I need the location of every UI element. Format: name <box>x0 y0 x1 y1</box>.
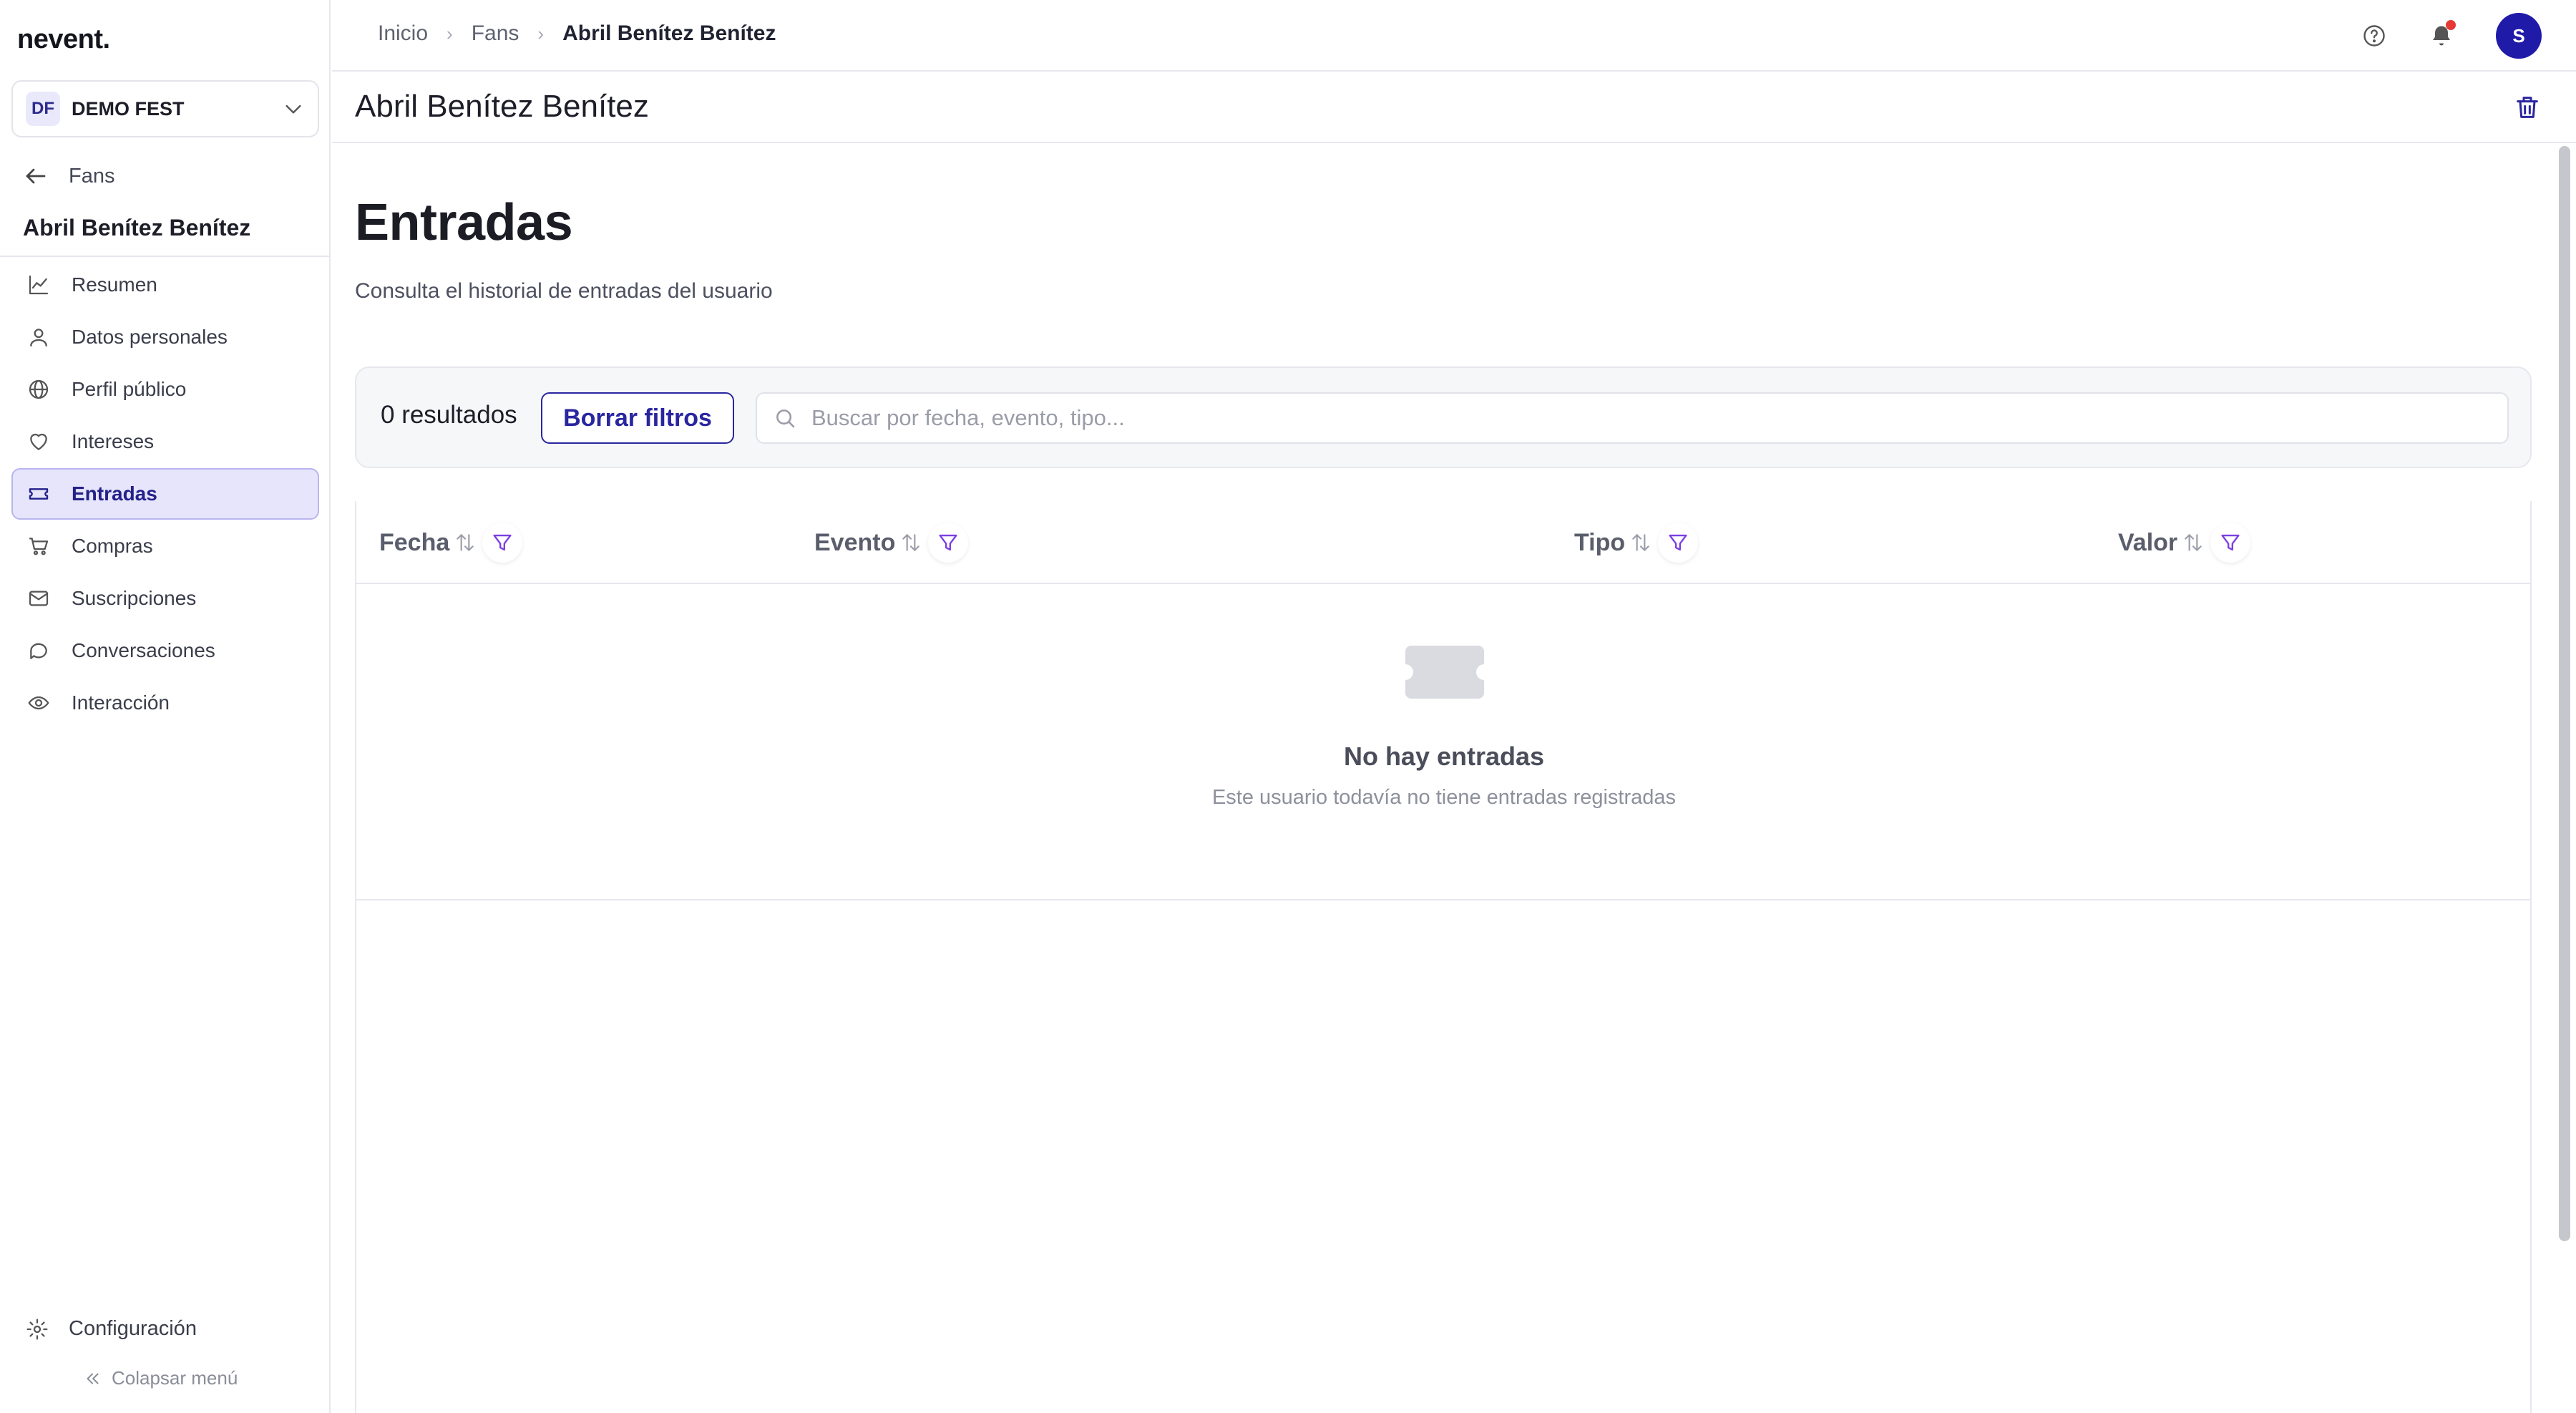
column-filter-button[interactable] <box>928 523 969 563</box>
sidebar-item-entradas[interactable]: Entradas <box>11 468 319 520</box>
result-count: 0 resultados <box>381 401 517 429</box>
sidebar-item-label: Entradas <box>72 482 157 505</box>
column-filter-button[interactable] <box>482 523 523 563</box>
column-valor[interactable]: Valor <box>2118 523 2251 563</box>
sort-icon[interactable] <box>2182 531 2205 554</box>
filter-icon <box>939 534 957 551</box>
column-evento[interactable]: Evento <box>814 523 969 563</box>
empty-state-subtitle: Este usuario todavía no tiene entradas r… <box>1211 786 1677 809</box>
heart-icon <box>30 433 47 450</box>
scrollbar[interactable] <box>2559 146 2570 1241</box>
chevrons-left-icon <box>87 1373 99 1384</box>
sidebar-item-datos-personales[interactable]: Datos personales <box>11 311 319 363</box>
page-title: Abril Benítez Benítez <box>355 89 649 124</box>
sidebar-item-label: Interacción <box>72 691 170 714</box>
org-name: DEMO FEST <box>72 97 185 120</box>
globe-icon <box>29 379 49 399</box>
sidebar-item-intereses[interactable]: Intereses <box>11 416 319 467</box>
search-input[interactable] <box>811 405 2457 431</box>
entries-table: Fecha Evento Tipo Valor No hay entradas … <box>355 501 2532 1413</box>
sidebar-item-conversaciones[interactable]: Conversaciones <box>11 625 319 676</box>
sidebar-item-interaccion[interactable]: Interacción <box>11 677 319 729</box>
sidebar-item-label: Intereses <box>72 430 155 452</box>
app-logo[interactable]: nevent. <box>17 24 110 55</box>
section-title: Entradas <box>355 194 573 251</box>
breadcrumb: Inicio › Fans › Abril Benítez Benítez <box>378 21 776 46</box>
column-label: Fecha <box>379 528 450 556</box>
column-filter-button[interactable] <box>2210 523 2251 563</box>
collapse-label: Colapsar menú <box>112 1367 238 1389</box>
sidebar-item-resumen[interactable]: Resumen <box>11 259 319 311</box>
config-label: Configuración <box>69 1317 197 1340</box>
notification-dot <box>2446 20 2456 30</box>
table-header: Fecha Evento Tipo Valor <box>356 501 2532 584</box>
collapse-menu-button[interactable]: Colapsar menú <box>83 1367 238 1389</box>
back-link-label: Fans <box>69 164 115 188</box>
org-selector[interactable]: DF DEMO FEST <box>11 80 319 137</box>
sidebar-item-compras[interactable]: Compras <box>11 520 319 572</box>
cart-icon <box>29 538 49 555</box>
sidebar-item-label: Compras <box>72 535 153 557</box>
section-subtitle: Consulta el historial de entradas del us… <box>355 279 773 303</box>
breadcrumb-fans[interactable]: Fans <box>472 21 519 46</box>
user-icon <box>30 329 47 347</box>
sidebar-item-perfil-publico[interactable]: Perfil público <box>11 364 319 415</box>
eye-icon <box>28 696 49 710</box>
chat-icon <box>30 643 47 659</box>
sidebar-item-label: Conversaciones <box>72 639 215 661</box>
column-fecha[interactable]: Fecha <box>379 523 523 563</box>
sidebar-item-label: Suscripciones <box>72 587 197 609</box>
breadcrumb-separator: › <box>537 22 545 44</box>
ticket-icon <box>1405 646 1484 699</box>
filter-bar: 0 resultados Borrar filtros <box>355 366 2532 468</box>
page-header: Abril Benítez Benítez <box>332 73 2576 143</box>
chart-line-icon <box>29 275 49 295</box>
filter-icon <box>2221 534 2240 551</box>
sidebar-item-label: Datos personales <box>72 326 228 348</box>
top-bar: Inicio › Fans › Abril Benítez Benítez S <box>332 0 2576 72</box>
org-badge: DF <box>26 92 60 126</box>
column-label: Valor <box>2118 528 2178 556</box>
sidebar: nevent. DF DEMO FEST Fans Abril Benítez … <box>0 0 331 1413</box>
empty-state-title: No hay entradas <box>1343 742 1545 771</box>
sidebar-item-suscripciones[interactable]: Suscripciones <box>11 573 319 624</box>
empty-state: No hay entradas Este usuario todavía no … <box>356 586 2532 900</box>
sidebar-item-label: Resumen <box>72 273 157 296</box>
column-label: Evento <box>814 528 896 556</box>
trash-icon[interactable] <box>2513 93 2542 122</box>
clear-filters-button[interactable]: Borrar filtros <box>541 392 734 444</box>
breadcrumb-separator: › <box>447 22 453 44</box>
gear-icon <box>26 1319 48 1339</box>
top-bar-actions: S <box>2361 13 2542 59</box>
column-filter-button[interactable] <box>1658 523 1699 563</box>
back-to-fans-link[interactable]: Fans <box>23 163 114 189</box>
sort-icon[interactable] <box>899 531 922 554</box>
arrow-left-icon <box>26 168 46 184</box>
column-tipo[interactable]: Tipo <box>1574 523 1699 563</box>
filter-icon <box>1669 534 1687 551</box>
notifications-button[interactable] <box>2429 20 2456 49</box>
avatar[interactable]: S <box>2496 13 2542 59</box>
mail-icon <box>29 591 49 606</box>
search-box[interactable] <box>756 392 2509 444</box>
sort-icon[interactable] <box>1629 531 1652 554</box>
sidebar-divider <box>0 256 331 257</box>
sidebar-item-label: Perfil público <box>72 378 187 400</box>
column-label: Tipo <box>1574 528 1626 556</box>
breadcrumb-inicio[interactable]: Inicio <box>378 21 428 46</box>
chevron-down-icon <box>286 105 301 114</box>
ticket-icon <box>29 488 49 500</box>
sort-icon[interactable] <box>454 531 477 554</box>
sidebar-nav: Resumen Datos personales Perfil público … <box>11 259 319 729</box>
sidebar-user-name: Abril Benítez Benítez <box>23 215 251 241</box>
help-icon[interactable] <box>2361 23 2387 49</box>
sidebar-item-configuracion[interactable]: Configuración <box>26 1317 197 1341</box>
breadcrumb-current: Abril Benítez Benítez <box>562 21 776 45</box>
search-icon <box>776 409 795 428</box>
filter-icon <box>493 534 512 551</box>
